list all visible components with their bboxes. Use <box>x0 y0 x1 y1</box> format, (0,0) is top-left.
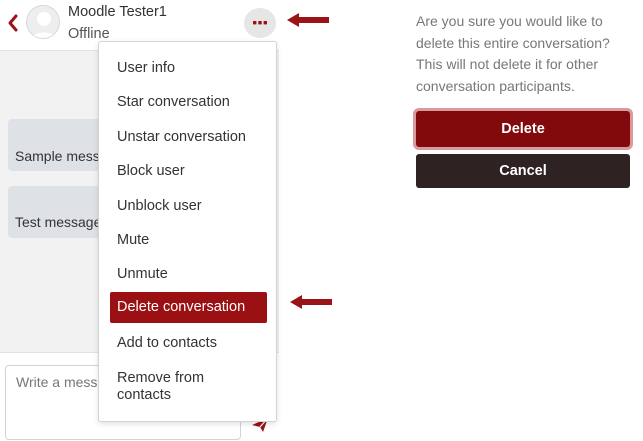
ellipsis-icon <box>253 21 267 25</box>
menu-item-star-conversation[interactable]: Star conversation <box>110 94 267 111</box>
menu-item-block-user[interactable]: Block user <box>110 163 267 180</box>
arrow-left-icon <box>290 295 332 309</box>
menu-item-unblock-user[interactable]: Unblock user <box>110 198 267 215</box>
menu-item-unmute[interactable]: Unmute <box>110 266 267 283</box>
chevron-left-icon[interactable] <box>6 13 20 33</box>
user-status: Offline <box>68 26 110 42</box>
menu-item-add-to-contacts[interactable]: Add to contacts <box>110 335 267 352</box>
arrow-left-icon <box>287 13 329 27</box>
menu-item-delete-conversation[interactable]: Delete conversation <box>110 292 267 323</box>
menu-item-mute[interactable]: Mute <box>110 232 267 249</box>
avatar[interactable] <box>26 5 60 39</box>
delete-confirmation-panel: Are you sure you would like to delete th… <box>400 0 643 441</box>
conversation-actions-menu: User info Star conversation Unstar conve… <box>98 41 277 422</box>
cancel-button[interactable]: Cancel <box>416 154 630 188</box>
menu-item-user-info[interactable]: User info <box>110 60 267 77</box>
menu-item-remove-from-contacts[interactable]: Remove from contacts <box>110 370 260 404</box>
conversation-actions-button[interactable] <box>244 8 276 38</box>
user-name[interactable]: Moodle Tester1 <box>68 4 167 20</box>
confirm-message: Are you sure you would like to delete th… <box>416 13 610 94</box>
delete-button[interactable]: Delete <box>416 111 630 147</box>
menu-item-unstar-conversation[interactable]: Unstar conversation <box>110 129 267 146</box>
